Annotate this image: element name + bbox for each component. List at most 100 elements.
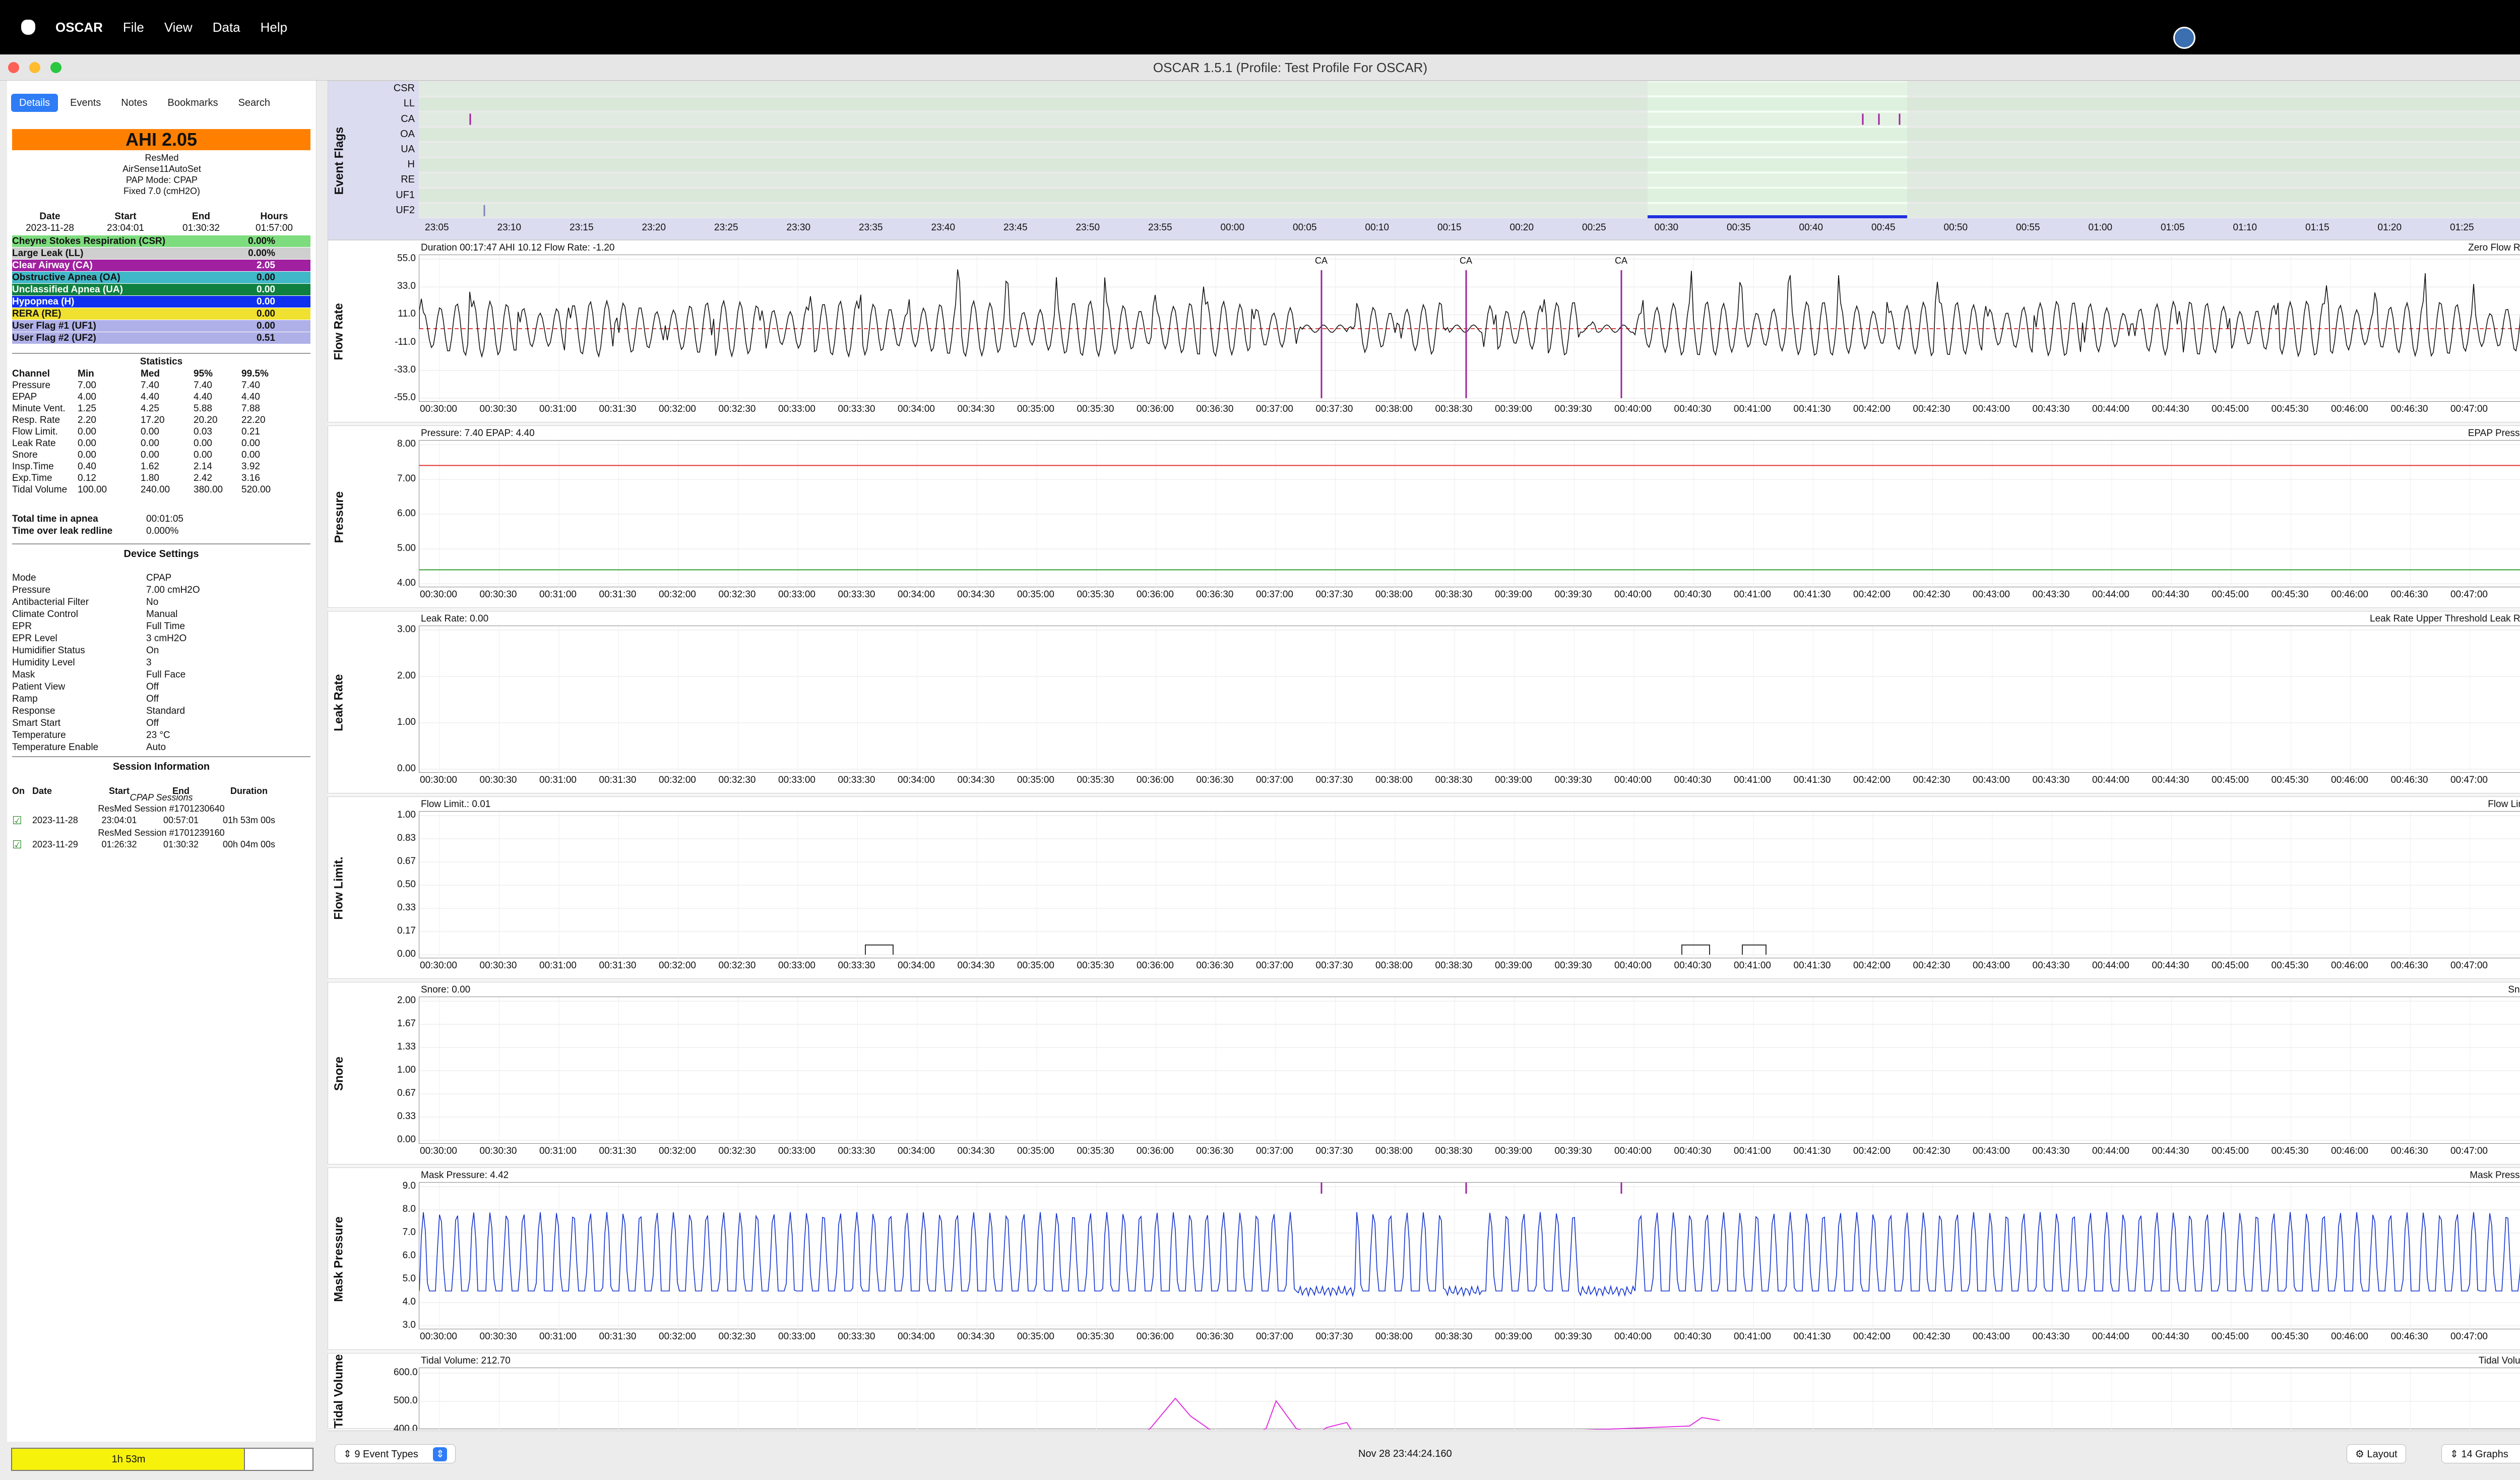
session-date: 2023-11-29 — [32, 839, 78, 849]
x-tick: 00:40:30 — [1674, 775, 1712, 785]
user-tray-icon[interactable] — [2173, 27, 2195, 49]
graph-area[interactable]: Event Flags CSR LL CA OA UA H RE UF1 UF2 23:05 23:… — [328, 81, 2520, 1444]
tab-search[interactable]: Search — [230, 94, 278, 112]
device-setting-row: Temperature 23 °C — [12, 729, 200, 742]
flag-time-tick: 01:10 — [2233, 222, 2257, 233]
device-setting-row: Patient View Off — [12, 681, 200, 693]
event-row[interactable]: RERA (RE) 0.00 — [12, 308, 310, 320]
menu-file[interactable]: File — [123, 20, 144, 35]
event-row[interactable]: Clear Airway (CA) 2.05 — [12, 260, 310, 271]
menu-app[interactable]: OSCAR — [55, 20, 103, 35]
graph-panel[interactable]: Leak Rate Leak Rate: 0.00 Leak Rate Upper … — [328, 611, 2520, 793]
select-arrows-icon: ⇕ — [343, 1449, 355, 1460]
x-tick: 00:39:00 — [1495, 960, 1532, 971]
menu-help[interactable]: Help — [261, 20, 287, 35]
x-tick: 00:37:00 — [1256, 1146, 1293, 1156]
graph-panel[interactable]: Tidal Volume Tidal Volume: 212.70 Tidal Vo… — [328, 1353, 2520, 1444]
event-types-select[interactable]: ⇕ 9 Event Types ⇕ — [335, 1444, 456, 1463]
x-tick: 00:42:30 — [1913, 960, 1950, 971]
event-row[interactable]: Obstructive Apnea (OA) 0.00 — [12, 272, 310, 283]
setting-name: Patient View — [12, 682, 66, 692]
x-tick: 00:41:30 — [1793, 589, 1831, 600]
x-tick: 00:31:00 — [539, 589, 577, 600]
x-tick: 00:41:00 — [1734, 775, 1771, 785]
x-tick: 00:38:30 — [1435, 960, 1473, 971]
stats-cell: 20.20 — [194, 415, 218, 425]
layout-button[interactable]: ⚙ Layout — [2347, 1444, 2406, 1463]
event-row[interactable]: User Flag #2 (UF2) 0.51 — [12, 332, 310, 344]
event-row[interactable]: Hypopnea (H) 0.00 — [12, 296, 310, 307]
tab-bookmarks[interactable]: Bookmarks — [160, 94, 226, 112]
graph-plot[interactable] — [419, 626, 2520, 773]
setting-name: Mode — [12, 573, 36, 583]
graph-plot[interactable] — [419, 255, 2520, 402]
x-tick: 00:40:30 — [1674, 1146, 1712, 1156]
setting-name: Ramp — [12, 694, 38, 704]
apnea-time-label: Total time in apnea — [12, 514, 98, 524]
graphs-select[interactable]: ⇕ 14 Graphs ⇕ — [2441, 1444, 2520, 1463]
event-row[interactable]: Cheyne Stokes Respiration (CSR) 0.00% — [12, 235, 310, 247]
graph-plot[interactable] — [419, 1182, 2520, 1330]
session-checkbox[interactable]: ☑ — [12, 839, 32, 850]
stats-cell: 3.16 — [241, 473, 260, 483]
flag-row-band — [419, 143, 2520, 157]
apple-icon[interactable] — [21, 20, 35, 35]
device-setting-row: Antibacterial Filter No — [12, 596, 200, 608]
event-row[interactable]: Unclassified Apnea (UA) 0.00 — [12, 284, 310, 295]
x-tick: 00:31:30 — [599, 1331, 637, 1342]
graph-title: Mask Pressure: 4.42 — [421, 1170, 509, 1181]
x-tick: 00:36:30 — [1196, 775, 1234, 785]
menu-data[interactable]: Data — [213, 20, 240, 35]
x-tick: 00:35:30 — [1077, 404, 1114, 414]
graph-panel[interactable]: Flow Rate Duration 00:17:47 AHI 10.12 Flo… — [328, 240, 2520, 422]
x-tick: 00:37:30 — [1315, 1146, 1353, 1156]
setting-value: Off — [146, 682, 159, 692]
x-tick: 00:46:00 — [2331, 1146, 2368, 1156]
graph-panel[interactable]: Flow Limit. Flow Limit.: 0.01 Flow Limit. 1… — [328, 796, 2520, 979]
x-tick: 00:45:00 — [2212, 775, 2249, 785]
stats-cell: 0.00 — [194, 450, 212, 460]
x-tick: 00:46:30 — [2390, 1331, 2428, 1342]
device-settings-list: Mode CPAP Pressure 7.00 cmH2O Antibacterial … — [12, 572, 200, 754]
menu-view[interactable]: View — [164, 20, 193, 35]
session-row[interactable]: ☑ 2023-11-29 01:26:32 01:30:32 00h 04m 00s — [12, 839, 287, 850]
close-window-button[interactable] — [8, 62, 19, 73]
x-tick: 00:31:00 — [539, 404, 577, 414]
session-checkbox[interactable]: ☑ — [12, 815, 32, 826]
event-flags-plot[interactable] — [419, 81, 2520, 218]
event-row[interactable]: User Flag #1 (UF1) 0.00 — [12, 320, 310, 332]
x-tick: 00:47:00 — [2450, 775, 2488, 785]
session-row[interactable]: ☑ 2023-11-28 23:04:01 00:57:01 01h 53m 00s — [12, 815, 287, 826]
event-row[interactable]: Large Leak (LL) 0.00% — [12, 248, 310, 259]
y-tick: 600.0 — [394, 1367, 418, 1378]
x-tick: 00:34:00 — [898, 589, 935, 600]
tab-notes[interactable]: Notes — [113, 94, 155, 112]
graph-plot[interactable] — [419, 997, 2520, 1144]
layout-label: Layout — [2367, 1449, 2398, 1460]
device-settings-title: Device Settings — [123, 548, 199, 560]
event-flags-panel[interactable]: Event Flags CSR LL CA OA UA H RE UF1 UF2 23:05 23:… — [328, 81, 2520, 240]
x-tick: 00:45:00 — [2212, 589, 2249, 600]
tidal-volume-series — [1124, 1397, 1720, 1444]
x-tick: 00:45:30 — [2271, 960, 2309, 971]
x-tick: 00:37:30 — [1315, 589, 1353, 600]
flow-limit-series — [1742, 944, 1767, 955]
minimize-window-button[interactable] — [29, 62, 40, 73]
graph-title: Flow Limit.: 0.01 — [421, 799, 491, 810]
event-name: RERA (RE) — [12, 309, 61, 319]
graph-plot[interactable] — [419, 1368, 2520, 1444]
tab-events[interactable]: Events — [62, 94, 109, 112]
x-tick: 00:32:30 — [718, 1146, 756, 1156]
stats-cell: 2.42 — [194, 473, 212, 483]
graph-plot[interactable] — [419, 440, 2520, 588]
graph-y-label: Snore — [332, 1056, 346, 1091]
graph-panel[interactable]: Snore Snore: 0.00 Snore 2.00 1.67 1.33 1.00 0.6… — [328, 982, 2520, 1164]
graph-panel[interactable]: Mask Pressure Mask Pressure: 4.42 Mask Pre… — [328, 1167, 2520, 1350]
tab-details[interactable]: Details — [11, 94, 58, 112]
graph-plot[interactable] — [419, 811, 2520, 959]
x-tick: 00:44:00 — [2092, 1331, 2129, 1342]
graph-panel[interactable]: Pressure Pressure: 7.40 EPAP: 4.40 EPAP Pr… — [328, 425, 2520, 608]
y-tick: -11.0 — [395, 336, 416, 347]
x-tick: 00:30:30 — [479, 1146, 517, 1156]
zoom-window-button[interactable] — [50, 62, 61, 73]
